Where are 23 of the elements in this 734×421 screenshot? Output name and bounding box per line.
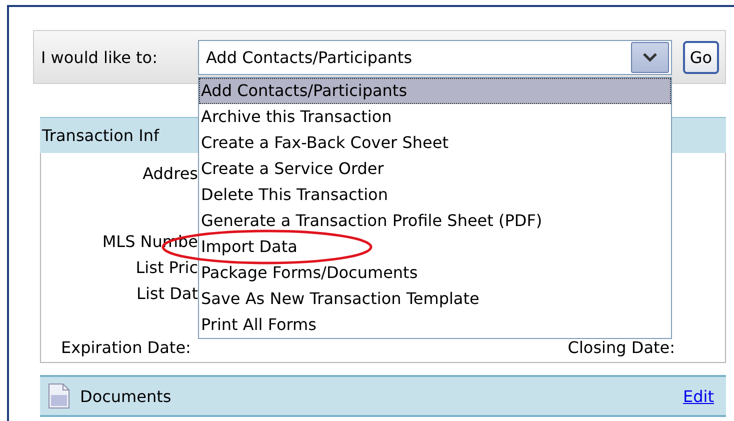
- dropdown-option[interactable]: Add Contacts/Participants: [199, 78, 671, 104]
- document-icon: [48, 383, 70, 409]
- dropdown-option[interactable]: Create a Service Order: [199, 156, 671, 182]
- dropdown-option[interactable]: Package Forms/Documents: [199, 260, 671, 286]
- action-select[interactable]: Add Contacts/Participants: [198, 40, 672, 74]
- field-label: List Dat: [136, 283, 198, 305]
- chevron-icon: [643, 52, 657, 62]
- dropdown-button[interactable]: [631, 42, 669, 72]
- field-label: Addres: [142, 163, 198, 185]
- dropdown-option[interactable]: Save As New Transaction Template: [199, 286, 671, 312]
- dropdown-option[interactable]: Delete This Transaction: [199, 182, 671, 208]
- dropdown-option[interactable]: Create a Fax-Back Cover Sheet: [199, 130, 671, 156]
- select-value: Add Contacts/Participants: [206, 48, 414, 66]
- dropdown-option[interactable]: Generate a Transaction Profile Sheet (PDF): [199, 208, 671, 234]
- dropdown-option[interactable]: Import Data: [199, 234, 671, 260]
- field-label: List Pric: [136, 257, 198, 279]
- dropdown-option[interactable]: Print All Forms: [199, 312, 671, 338]
- section-title: Documents: [80, 386, 172, 406]
- edit-link[interactable]: Edit: [683, 386, 714, 406]
- field-label: Closing Date:: [568, 339, 675, 357]
- field-label: Expiration Date:: [61, 339, 191, 357]
- action-label: I would like to:: [40, 48, 158, 66]
- go-button[interactable]: Go: [683, 40, 719, 74]
